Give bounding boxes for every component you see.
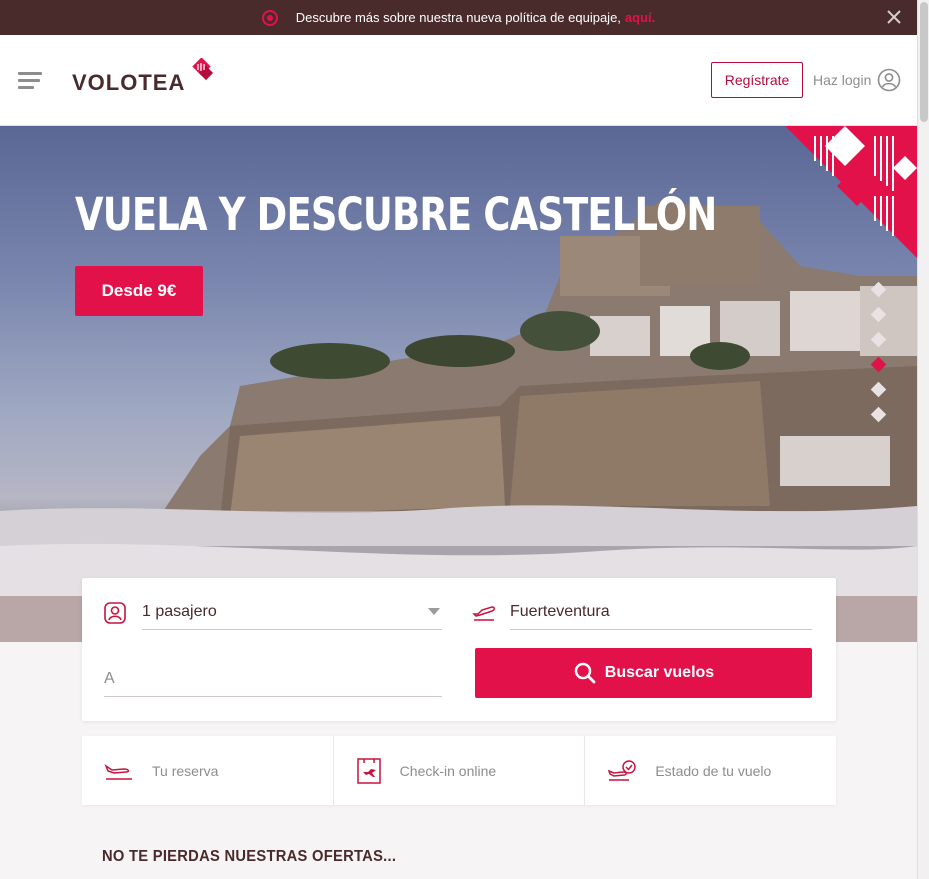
boarding-pass-icon <box>356 757 381 784</box>
logo-text: VOLOTEA <box>72 70 186 95</box>
site-header: VOLOTEA Regístrate Haz login <box>0 35 917 126</box>
slide-dot-5[interactable] <box>870 381 887 398</box>
announcement-link[interactable]: aquí. <box>625 10 655 25</box>
passengers-value: 1 pasajero <box>142 602 217 620</box>
hero-banner: VUELA Y DESCUBRE CASTELLÓN Desde 9€ <box>0 126 917 642</box>
close-icon[interactable] <box>885 8 903 26</box>
announcement-text: Descubre más sobre nuestra nueva polític… <box>295 10 621 25</box>
plane-takeoff-icon <box>472 606 495 621</box>
destination-field[interactable]: A <box>104 661 442 697</box>
hero-title: VUELA Y DESCUBRE CASTELLÓN <box>75 188 717 241</box>
destination-placeholder: A <box>104 669 115 687</box>
passenger-icon <box>104 602 126 624</box>
quick-link-label: Check-in online <box>399 762 497 779</box>
search-flights-button[interactable]: Buscar vuelos <box>475 648 812 698</box>
login-label: Haz login <box>813 72 872 88</box>
offers-heading: NO TE PIERDAS NUESTRAS OFERTAS... <box>102 848 397 865</box>
origin-field[interactable]: Fuerteventura <box>472 594 812 630</box>
logo-mark-icon <box>192 58 214 81</box>
slide-dot-4[interactable] <box>870 356 887 373</box>
scrollbar[interactable] <box>917 0 929 879</box>
passengers-select[interactable]: 1 pasajero <box>104 594 442 630</box>
record-icon <box>261 9 278 26</box>
chevron-down-icon <box>428 608 440 615</box>
search-icon <box>574 662 596 684</box>
scrollbar-thumb[interactable] <box>920 2 928 122</box>
quick-links: Tu reserva Check-in online Estado de tu … <box>82 736 836 805</box>
slide-dot-3[interactable] <box>870 331 887 348</box>
flight-status-icon <box>608 759 637 781</box>
quick-link-checkin[interactable]: Check-in online <box>334 736 586 805</box>
brand-pattern-icon <box>785 126 917 258</box>
slide-dot-2[interactable] <box>870 306 887 323</box>
plane-landing-icon <box>104 763 132 780</box>
search-flights-label: Buscar vuelos <box>604 664 715 681</box>
slide-dot-1[interactable] <box>870 281 887 298</box>
slide-dot-6[interactable] <box>870 406 887 423</box>
user-icon <box>878 68 901 92</box>
register-button[interactable]: Regístrate <box>711 62 803 98</box>
quick-link-label: Estado de tu vuelo <box>655 762 772 779</box>
flight-search-panel: 1 pasajero Fuerteventura A Buscar vuelos <box>82 578 836 721</box>
menu-icon[interactable] <box>18 72 42 90</box>
price-cta-button[interactable]: Desde 9€ <box>75 266 203 316</box>
origin-value: Fuerteventura <box>510 602 610 620</box>
quick-link-flight-status[interactable]: Estado de tu vuelo <box>585 736 836 805</box>
quick-link-booking[interactable]: Tu reserva <box>82 736 334 805</box>
volotea-logo[interactable]: VOLOTEA <box>72 53 215 103</box>
slide-indicators <box>870 281 887 423</box>
announcement-bar: Descubre más sobre nuestra nueva polític… <box>0 0 917 35</box>
login-link[interactable]: Haz login <box>813 68 901 92</box>
quick-link-label: Tu reserva <box>152 762 219 779</box>
